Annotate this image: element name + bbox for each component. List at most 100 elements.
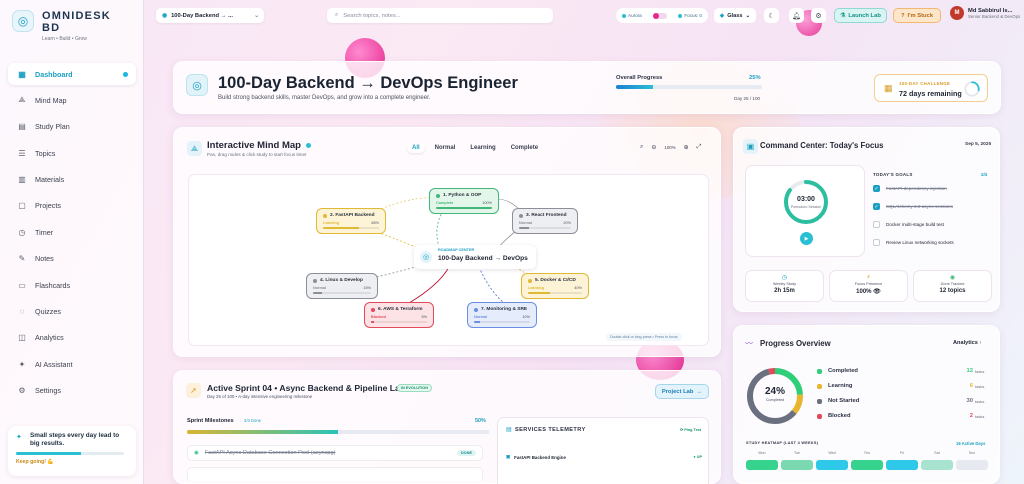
zoom-in-icon[interactable]: ⊕ bbox=[684, 144, 689, 151]
goal-item[interactable]: ✓ SQLAlchemy 2.0 async sessions bbox=[873, 203, 991, 210]
heatmap-cell[interactable] bbox=[816, 460, 848, 470]
focus-timer: 03:00 Pomodoro Session ▶ bbox=[745, 165, 865, 257]
plan-select[interactable]: ◉ 100-Day Backend → ... ⌄ bbox=[156, 8, 264, 23]
command-center-date: Sep 5, 2025 bbox=[965, 142, 992, 147]
checkbox[interactable]: ✓ bbox=[873, 185, 880, 192]
fullscreen-icon[interactable]: ⤢ bbox=[697, 144, 702, 151]
ping-test-button[interactable]: ⟳ Ping Test bbox=[680, 427, 701, 432]
heatmap-cell[interactable] bbox=[956, 460, 988, 470]
search-icon[interactable]: ⌕ bbox=[640, 144, 643, 151]
milestone-item[interactable] bbox=[187, 467, 483, 481]
heatmap-cell[interactable] bbox=[746, 460, 778, 470]
status-dot-icon bbox=[528, 278, 532, 283]
sidebar-item-analytics[interactable]: ◫ Analytics bbox=[8, 327, 136, 349]
mind-map-center-node[interactable]: ◎ ROADMAP CENTER 100-Day Backend → DevOp… bbox=[414, 245, 536, 269]
sidebar-item-label: Analytics bbox=[35, 333, 64, 343]
mind-map-node[interactable]: 5. Docker & CI/CD Learning 40% bbox=[521, 273, 589, 299]
timer-icon: ◷ bbox=[18, 227, 26, 237]
server-icon: ▤ bbox=[506, 427, 512, 433]
notes-icon: ✎ bbox=[18, 254, 26, 264]
plan-select-label: 100-Day Backend → ... bbox=[171, 12, 233, 19]
heatmap-cell[interactable] bbox=[781, 460, 813, 470]
projects-icon: ▢ bbox=[18, 201, 26, 211]
status-toggle[interactable]: Aurora Focus: 0 bbox=[616, 8, 708, 23]
launch-lab-button[interactable]: ⚗ Launch Lab bbox=[834, 8, 887, 23]
checkbox[interactable] bbox=[873, 221, 880, 228]
checkbox[interactable]: ✓ bbox=[873, 203, 880, 210]
settings-icon: ⚙ bbox=[18, 386, 26, 396]
mind-map-canvas[interactable]: ◎ ROADMAP CENTER 100-Day Backend → DevOp… bbox=[188, 174, 709, 346]
settings-button[interactable]: ⚙ bbox=[811, 8, 826, 23]
notifications-button[interactable]: 🔔︎ bbox=[789, 8, 804, 23]
mind-map-node[interactable]: 3. React Frontend Normal 20% bbox=[512, 208, 578, 234]
search-input[interactable]: ⌕ Search topics, notes... bbox=[327, 8, 553, 23]
sidebar-item-settings[interactable]: ⚙ Settings bbox=[8, 380, 136, 402]
heatmap-day-label: Tue bbox=[793, 451, 801, 455]
node-progress-bar bbox=[474, 321, 530, 323]
mind-map-node[interactable]: 6. AWS & Terraform Blocked 5% bbox=[364, 302, 434, 328]
milestone-item[interactable]: ◉ FastAPI Async Database Connection Pool… bbox=[187, 445, 483, 461]
sidebar-item-ai-assistant[interactable]: ✦ AI Assistant bbox=[8, 353, 136, 375]
donut-percent: 24% bbox=[764, 386, 785, 397]
goal-item[interactable]: ✓ FastAPI dependency injection bbox=[873, 185, 991, 192]
milestones-percent: 50% bbox=[475, 418, 486, 424]
heatmap-cell[interactable] bbox=[886, 460, 918, 470]
sidebar-item-quizzes[interactable]: ◌ Quizzes bbox=[8, 301, 136, 323]
goal-item[interactable]: Review Linux networking sockets bbox=[873, 239, 991, 246]
user-name: Md Sabbirul Is... bbox=[968, 7, 1013, 14]
node-percent: 15% bbox=[363, 286, 371, 290]
heatmap-cell[interactable] bbox=[921, 460, 953, 470]
sidebar-item-projects[interactable]: ▢ Projects bbox=[8, 195, 136, 217]
launch-lab-label: Launch Lab bbox=[848, 12, 881, 19]
theme-toggle-button[interactable]: ☾ bbox=[764, 8, 779, 23]
edge bbox=[408, 266, 450, 304]
analytics-link[interactable]: Analytics › bbox=[953, 340, 981, 346]
stat-card: ◉ Done Tracked 12 topics bbox=[913, 270, 992, 302]
sidebar-item-flashcards[interactable]: ▭ Flashcards bbox=[8, 274, 136, 296]
legend-row: Blocked 2 tasks bbox=[817, 411, 989, 421]
filter-all[interactable]: All bbox=[407, 143, 425, 153]
sidebar-item-mind-map[interactable]: ⟁ Mind Map bbox=[8, 89, 136, 111]
status-dot-icon bbox=[474, 307, 478, 312]
sidebar-item-label: Materials bbox=[35, 175, 65, 185]
timer-play-button[interactable]: ▶ bbox=[800, 232, 813, 245]
heatmap-cell[interactable] bbox=[851, 460, 883, 470]
goal-item[interactable]: Docker multi-stage build test bbox=[873, 221, 991, 228]
legend-unit: tasks bbox=[975, 398, 985, 404]
days-remaining-label: 100-DAY CHALLENGE bbox=[899, 81, 951, 86]
project-lab-button[interactable]: Project Lab → bbox=[655, 384, 709, 399]
sidebar-item-materials[interactable]: ▥ Materials bbox=[8, 169, 136, 191]
legend-value: 30 bbox=[966, 398, 973, 404]
sidebar-item-study-plan[interactable]: ▤ Study Plan bbox=[8, 116, 136, 138]
sidebar-item-topics[interactable]: ☰ Topics bbox=[8, 142, 136, 164]
user-menu[interactable]: M Md Sabbirul Is... Senior Backend & Dev… bbox=[950, 6, 1020, 20]
days-remaining-value: 72 days remaining bbox=[899, 89, 962, 98]
filter-learning[interactable]: Learning bbox=[465, 143, 500, 153]
heatmap-day-label: Thu bbox=[863, 451, 871, 455]
node-progress-fill bbox=[436, 207, 492, 209]
sidebar-item-notes[interactable]: ✎ Notes bbox=[8, 248, 136, 270]
node-progress-fill bbox=[313, 292, 322, 294]
node-percent: 65% bbox=[371, 221, 379, 225]
sidebar-item-label: Settings bbox=[35, 386, 61, 396]
days-remaining-ring bbox=[964, 81, 980, 97]
filter-normal[interactable]: Normal bbox=[430, 143, 461, 153]
stat-label: Weekly Study bbox=[772, 282, 797, 286]
bolt-icon: ⚡︎ bbox=[866, 275, 871, 281]
toggle-switch-icon[interactable] bbox=[653, 12, 668, 19]
im-stuck-button[interactable]: ? I'm Stuck bbox=[893, 8, 941, 23]
analytics-link-label: Analytics bbox=[953, 340, 978, 346]
sidebar-item-timer[interactable]: ◷ Timer bbox=[8, 221, 136, 243]
zoom-out-icon[interactable]: ⊖ bbox=[651, 144, 656, 151]
mind-map-node[interactable]: 2. FastAPI Backend Learning 65% bbox=[316, 208, 386, 234]
mind-map-node[interactable]: 4. Linux & Develop Normal 15% bbox=[306, 273, 378, 299]
mind-map-node[interactable]: 1. Python & OOP Complete 100% bbox=[429, 188, 499, 214]
mind-map-node[interactable]: 7. Monitoring & SRE Normal 10% bbox=[467, 302, 537, 328]
theme-select[interactable]: ◈ Glass ⌄ bbox=[714, 8, 756, 23]
sidebar-item-dashboard[interactable]: ▦ Dashboard bbox=[8, 63, 136, 85]
checkbox[interactable] bbox=[873, 239, 880, 246]
filter-complete[interactable]: Complete bbox=[506, 143, 543, 153]
goals-header: TODAY'S GOALS bbox=[873, 172, 913, 177]
brand[interactable]: ◎ OMNIDESK BD Learn • Build • Grow bbox=[12, 10, 112, 42]
hero-card: ◎ 100-Day Backend → DevOps Engineer Buil… bbox=[173, 61, 1001, 114]
